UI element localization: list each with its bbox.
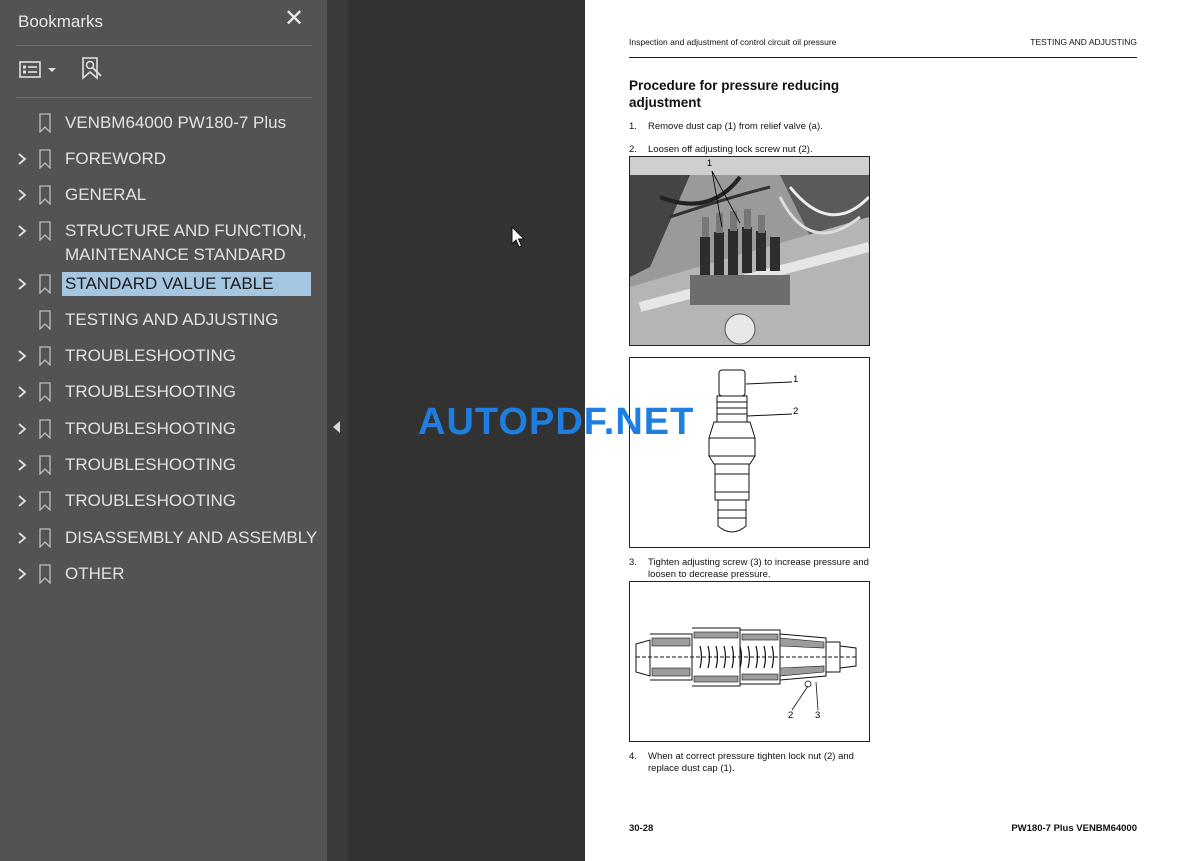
find-bookmark-button[interactable] xyxy=(80,56,104,82)
bookmark-item[interactable]: TESTING AND ADJUSTING xyxy=(0,307,327,337)
divider xyxy=(16,97,312,98)
find-bookmark-icon xyxy=(82,57,102,80)
close-icon[interactable]: ✕ xyxy=(283,7,305,31)
bookmark-icon xyxy=(39,455,51,475)
chevron-right-icon[interactable] xyxy=(15,152,29,166)
chevron-right-icon[interactable] xyxy=(15,349,29,363)
page-header-right: TESTING AND ADJUSTING xyxy=(1030,37,1137,47)
bookmarks-header: Bookmarks ✕ xyxy=(0,0,327,44)
bookmark-item[interactable]: FOREWORD xyxy=(0,146,327,176)
mouse-pointer-icon xyxy=(511,226,526,248)
watermark-text: AUTOPDF.NET xyxy=(418,401,695,443)
chevron-right-icon[interactable] xyxy=(15,531,29,545)
chevron-right-icon[interactable] xyxy=(15,277,29,291)
options-menu-button[interactable] xyxy=(18,58,60,82)
step-number: 1. xyxy=(629,121,637,132)
bookmark-icon xyxy=(39,149,51,169)
relief-valve-drawing: 1 2 xyxy=(629,357,870,548)
callout-label: 2 xyxy=(793,406,799,417)
bookmarks-toolbar xyxy=(0,48,327,94)
step-number: 3. xyxy=(629,557,637,568)
bookmark-item[interactable]: TROUBLESHOOTING xyxy=(0,488,327,518)
bookmark-label: TROUBLESHOOTING xyxy=(65,491,236,510)
bookmark-item[interactable]: TROUBLESHOOTING xyxy=(0,416,327,446)
bookmark-label: GENERAL xyxy=(65,185,147,204)
bookmark-icon xyxy=(39,419,51,439)
bookmark-label: DISASSEMBLY AND ASSEMBLY xyxy=(65,528,318,547)
bookmark-label: TROUBLESHOOTING xyxy=(65,455,236,474)
chevron-right-icon[interactable] xyxy=(15,458,29,472)
bookmark-icon xyxy=(39,310,51,330)
procedure-title: Procedure for pressure reducing adjustme… xyxy=(629,78,840,110)
callout-label: 3 xyxy=(815,710,821,721)
valve-block-photo: 1 xyxy=(629,156,870,346)
bookmarks-panel: Bookmarks ✕ VENBM64000 PW180-7 Plus FOREW… xyxy=(0,0,327,861)
bookmark-icon xyxy=(39,274,51,294)
bookmark-icon xyxy=(39,113,51,133)
bookmark-icon xyxy=(39,382,51,402)
bookmark-label: TROUBLESHOOTING xyxy=(65,346,236,365)
chevron-right-icon[interactable] xyxy=(15,567,29,581)
bookmark-label: TESTING AND ADJUSTING xyxy=(65,310,279,329)
bookmark-icon xyxy=(39,491,51,511)
bookmarks-title: Bookmarks xyxy=(18,12,104,31)
chevron-right-icon[interactable] xyxy=(15,224,29,238)
bookmark-item[interactable]: STANDARD VALUE TABLE xyxy=(0,271,327,301)
bookmark-label: STANDARD VALUE TABLE xyxy=(62,272,311,296)
bookmark-label: VENBM64000 PW180-7 Plus xyxy=(65,113,287,132)
bookmark-item[interactable]: DISASSEMBLY AND ASSEMBLY xyxy=(0,525,327,555)
bookmark-item[interactable]: TROUBLESHOOTING xyxy=(0,452,327,482)
bookmark-icon xyxy=(39,528,51,548)
header-rule xyxy=(629,57,1137,58)
step-text: Remove dust cap (1) from relief valve (a… xyxy=(648,121,823,132)
divider xyxy=(16,45,312,46)
step-text: Loosen off adjusting lock screw nut (2). xyxy=(648,144,813,155)
page-number: 30-28 xyxy=(629,823,654,834)
chevron-right-icon[interactable] xyxy=(15,494,29,508)
page-footer-right: PW180-7 Plus VENBM64000 xyxy=(1011,823,1137,834)
bookmark-item[interactable]: STRUCTURE AND FUNCTION, MAINTENANCE STAND… xyxy=(0,218,327,266)
bookmark-item[interactable]: TROUBLESHOOTING xyxy=(0,379,327,409)
bookmark-label: TROUBLESHOOTING xyxy=(65,382,236,401)
dropdown-caret-icon xyxy=(48,68,56,72)
bookmark-label: FOREWORD xyxy=(65,149,167,168)
valve-cross-section-drawing: 2 3 xyxy=(629,581,870,742)
bookmark-label: TROUBLESHOOTING xyxy=(65,419,236,438)
bookmark-icon xyxy=(39,221,51,241)
step-text: When at correct pressure tighten lock nu… xyxy=(648,751,854,774)
bookmark-icon xyxy=(39,185,51,205)
chevron-right-icon[interactable] xyxy=(15,385,29,399)
step-number: 4. xyxy=(629,751,637,762)
page-header-left: Inspection and adjustment of control cir… xyxy=(629,37,837,47)
bookmark-item[interactable]: OTHER xyxy=(0,561,327,591)
step-number: 2. xyxy=(629,144,637,155)
bookmark-item[interactable]: TROUBLESHOOTING xyxy=(0,343,327,373)
callout-label: 1 xyxy=(793,374,799,385)
chevron-right-icon[interactable] xyxy=(15,422,29,436)
callout-label: 1 xyxy=(707,158,713,168)
bookmark-label: OTHER xyxy=(65,564,125,583)
step-text: Tighten adjusting screw (3) to increase … xyxy=(648,557,869,580)
bookmark-item[interactable]: VENBM64000 PW180-7 Plus xyxy=(0,110,327,140)
callout-label: 2 xyxy=(788,710,794,721)
list-options-icon xyxy=(19,61,56,78)
bookmark-label-line2: MAINTENANCE STANDARD xyxy=(65,245,286,264)
bookmark-item[interactable]: GENERAL xyxy=(0,182,327,212)
bookmark-icon xyxy=(39,564,51,584)
bookmark-label: STRUCTURE AND FUNCTION, xyxy=(65,221,307,240)
collapse-panel-icon[interactable] xyxy=(333,421,340,433)
chevron-right-icon[interactable] xyxy=(15,188,29,202)
bookmark-icon xyxy=(39,346,51,366)
